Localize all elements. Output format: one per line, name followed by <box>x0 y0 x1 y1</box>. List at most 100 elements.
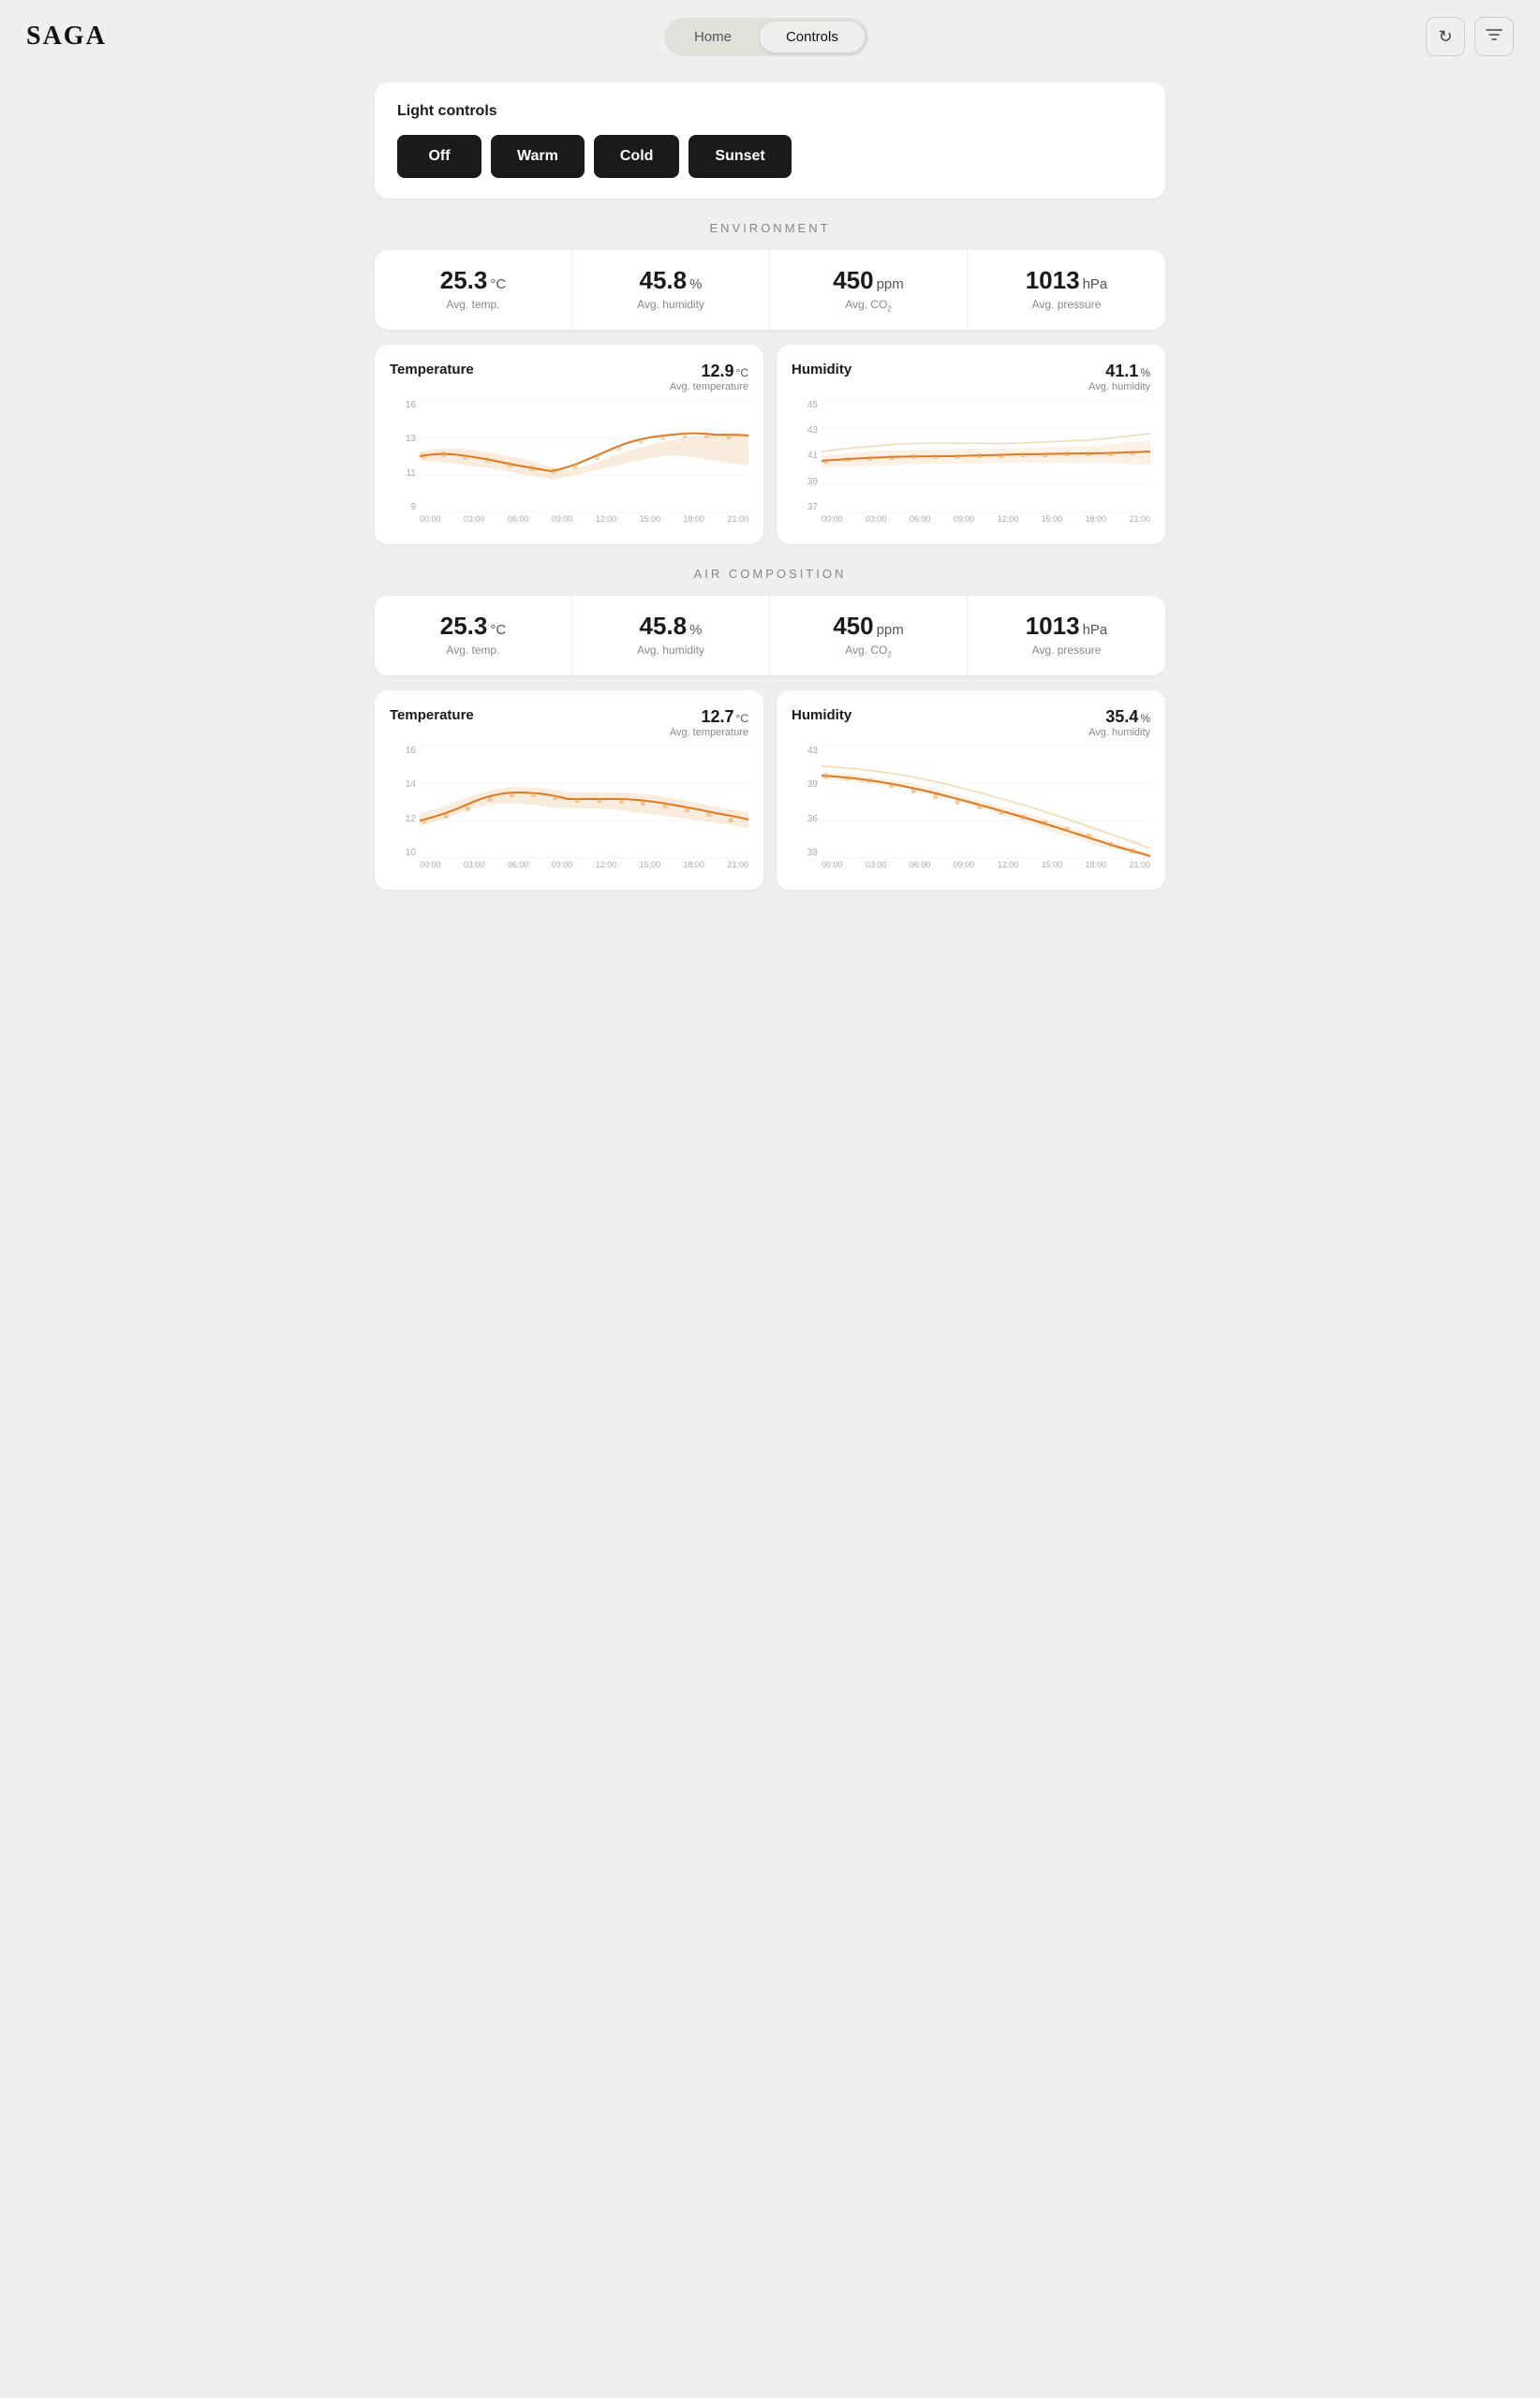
air-temp-avg-number: 12.7 <box>701 707 733 727</box>
air-co2-unit: ppm <box>877 623 904 639</box>
air-humidity-unit: % <box>689 623 702 639</box>
env-temp-avg-unit: °C <box>736 366 748 379</box>
env-humidity-x-labels: 00:00 03:00 06:00 09:00 12:00 15:00 18:0… <box>822 514 1150 531</box>
air-temp-label: Avg. temp. <box>390 644 556 657</box>
air-pressure-value: 1013 hPa <box>983 613 1150 640</box>
light-btn-warm[interactable]: Warm <box>491 135 585 178</box>
air-humidity-avg-label: Avg. humidity <box>1088 727 1150 738</box>
env-temp-avg-label: Avg. temperature <box>670 381 748 392</box>
header-actions: ↻ <box>1426 17 1514 56</box>
air-humidity-avg-unit: % <box>1140 712 1150 725</box>
air-temp-chart-card: Temperature 12.7 °C Avg. temperature 16 … <box>375 690 763 890</box>
air-temp-chart-avg: 12.7 °C Avg. temperature <box>670 707 748 738</box>
air-temp-chart-container: 16 14 12 10 <box>390 746 748 877</box>
env-temp-avg-number: 12.9 <box>701 362 733 381</box>
env-temp-chart-header: Temperature 12.9 °C Avg. temperature <box>390 362 748 392</box>
env-pressure-label: Avg. pressure <box>983 298 1150 311</box>
env-stat-co2: 450 ppm Avg. CO2 <box>770 250 968 330</box>
light-btn-off[interactable]: Off <box>397 135 481 178</box>
env-temp-chart-container: 16 13 11 9 <box>390 400 748 531</box>
air-humidity-chart-container: 43 39 36 33 <box>792 746 1150 877</box>
env-humidity-chart-name: Humidity <box>792 362 851 377</box>
env-humidity-chart-card: Humidity 41.1 % Avg. humidity 45 43 41 3… <box>777 345 1165 544</box>
env-temp-chart-card: Temperature 12.9 °C Avg. temperature 16 … <box>375 345 763 544</box>
air-humidity-value: 45.8 % <box>587 613 754 640</box>
air-temp-avg-label: Avg. temperature <box>670 727 748 738</box>
env-temp-chart-avg: 12.9 °C Avg. temperature <box>670 362 748 392</box>
env-humidity-value: 45.8 % <box>587 267 754 294</box>
filter-icon <box>1486 27 1503 47</box>
air-composition-section-title: AIR COMPOSITION <box>375 567 1165 581</box>
env-stat-temp: 25.3 °C Avg. temp. <box>375 250 572 330</box>
air-temp-unit: °C <box>490 623 506 639</box>
environment-stats-row: 25.3 °C Avg. temp. 45.8 % Avg. humidity … <box>375 250 1165 330</box>
env-humidity-avg-label: Avg. humidity <box>1088 381 1150 392</box>
env-pressure-unit: hPa <box>1083 277 1108 293</box>
env-humidity-number: 45.8 <box>640 267 688 294</box>
air-stat-pressure: 1013 hPa Avg. pressure <box>968 596 1165 675</box>
env-humidity-avg-number: 41.1 <box>1105 362 1138 381</box>
air-temp-value: 25.3 °C <box>390 613 556 640</box>
header: SAGA Home Controls ↻ <box>0 0 1540 73</box>
light-controls-title: Light controls <box>397 103 1143 120</box>
filter-button[interactable] <box>1474 17 1514 56</box>
air-pressure-number: 1013 <box>1026 613 1080 640</box>
env-pressure-number: 1013 <box>1026 267 1080 294</box>
nav-home[interactable]: Home <box>668 22 758 52</box>
air-humidity-label: Avg. humidity <box>587 644 754 657</box>
air-charts-row: Temperature 12.7 °C Avg. temperature 16 … <box>375 690 1165 890</box>
nav-tabs: Home Controls <box>664 18 868 56</box>
env-temp-avg-value: 12.9 °C <box>670 362 748 381</box>
env-temp-label: Avg. temp. <box>390 298 556 311</box>
air-stat-co2: 450 ppm Avg. CO2 <box>770 596 968 675</box>
air-humidity-avg-number: 35.4 <box>1105 707 1138 727</box>
air-temp-chart-inner <box>420 746 748 858</box>
env-temp-number: 25.3 <box>440 267 488 294</box>
air-co2-label: Avg. CO2 <box>785 644 952 659</box>
env-temp-svg <box>420 400 748 512</box>
env-co2-unit: ppm <box>877 277 904 293</box>
air-stat-humidity: 45.8 % Avg. humidity <box>572 596 770 675</box>
env-humidity-y-labels: 45 43 41 39 37 <box>792 400 818 512</box>
air-temp-avg-value: 12.7 °C <box>670 707 748 727</box>
env-humidity-chart-header: Humidity 41.1 % Avg. humidity <box>792 362 1150 392</box>
env-humidity-chart-container: 45 43 41 39 37 <box>792 400 1150 531</box>
environment-charts-row: Temperature 12.9 °C Avg. temperature 16 … <box>375 345 1165 544</box>
refresh-icon: ↻ <box>1438 27 1452 47</box>
air-temp-number: 25.3 <box>440 613 488 640</box>
refresh-button[interactable]: ↻ <box>1426 17 1465 56</box>
env-temp-unit: °C <box>490 277 506 293</box>
air-humidity-chart-inner <box>822 746 1150 858</box>
env-humidity-chart-inner <box>822 400 1150 512</box>
air-humidity-chart-name: Humidity <box>792 707 851 723</box>
light-controls-card: Light controls Off Warm Cold Sunset <box>375 82 1165 199</box>
air-stats-row: 25.3 °C Avg. temp. 45.8 % Avg. humidity … <box>375 596 1165 675</box>
main-content: Light controls Off Warm Cold Sunset ENVI… <box>348 73 1192 946</box>
env-humidity-chart-avg: 41.1 % Avg. humidity <box>1088 362 1150 392</box>
air-humidity-avg-value: 35.4 % <box>1088 707 1150 727</box>
env-temp-chart-name: Temperature <box>390 362 474 377</box>
air-humidity-chart-card: Humidity 35.4 % Avg. humidity 43 39 36 3… <box>777 690 1165 890</box>
air-humidity-number: 45.8 <box>640 613 688 640</box>
light-btn-sunset[interactable]: Sunset <box>689 135 791 178</box>
nav-controls[interactable]: Controls <box>760 22 865 52</box>
env-stat-humidity: 45.8 % Avg. humidity <box>572 250 770 330</box>
env-humidity-avg-value: 41.1 % <box>1088 362 1150 381</box>
env-pressure-value: 1013 hPa <box>983 267 1150 294</box>
light-buttons-container: Off Warm Cold Sunset <box>397 135 1143 178</box>
env-temp-x-labels: 00:00 03:00 06:00 09:00 12:00 15:00 18:0… <box>420 514 748 531</box>
air-temp-avg-unit: °C <box>736 712 748 725</box>
env-co2-label: Avg. CO2 <box>785 298 952 313</box>
env-stat-pressure: 1013 hPa Avg. pressure <box>968 250 1165 330</box>
air-stat-temp: 25.3 °C Avg. temp. <box>375 596 572 675</box>
environment-section-title: ENVIRONMENT <box>375 221 1165 235</box>
air-humidity-svg <box>822 746 1150 858</box>
light-btn-cold[interactable]: Cold <box>594 135 680 178</box>
env-temp-value: 25.3 °C <box>390 267 556 294</box>
air-temp-y-labels: 16 14 12 10 <box>390 746 416 858</box>
logo: SAGA <box>26 22 107 52</box>
air-temp-svg <box>420 746 748 858</box>
air-humidity-chart-avg: 35.4 % Avg. humidity <box>1088 707 1150 738</box>
env-temp-y-labels: 16 13 11 9 <box>390 400 416 512</box>
env-temp-chart-inner <box>420 400 748 512</box>
